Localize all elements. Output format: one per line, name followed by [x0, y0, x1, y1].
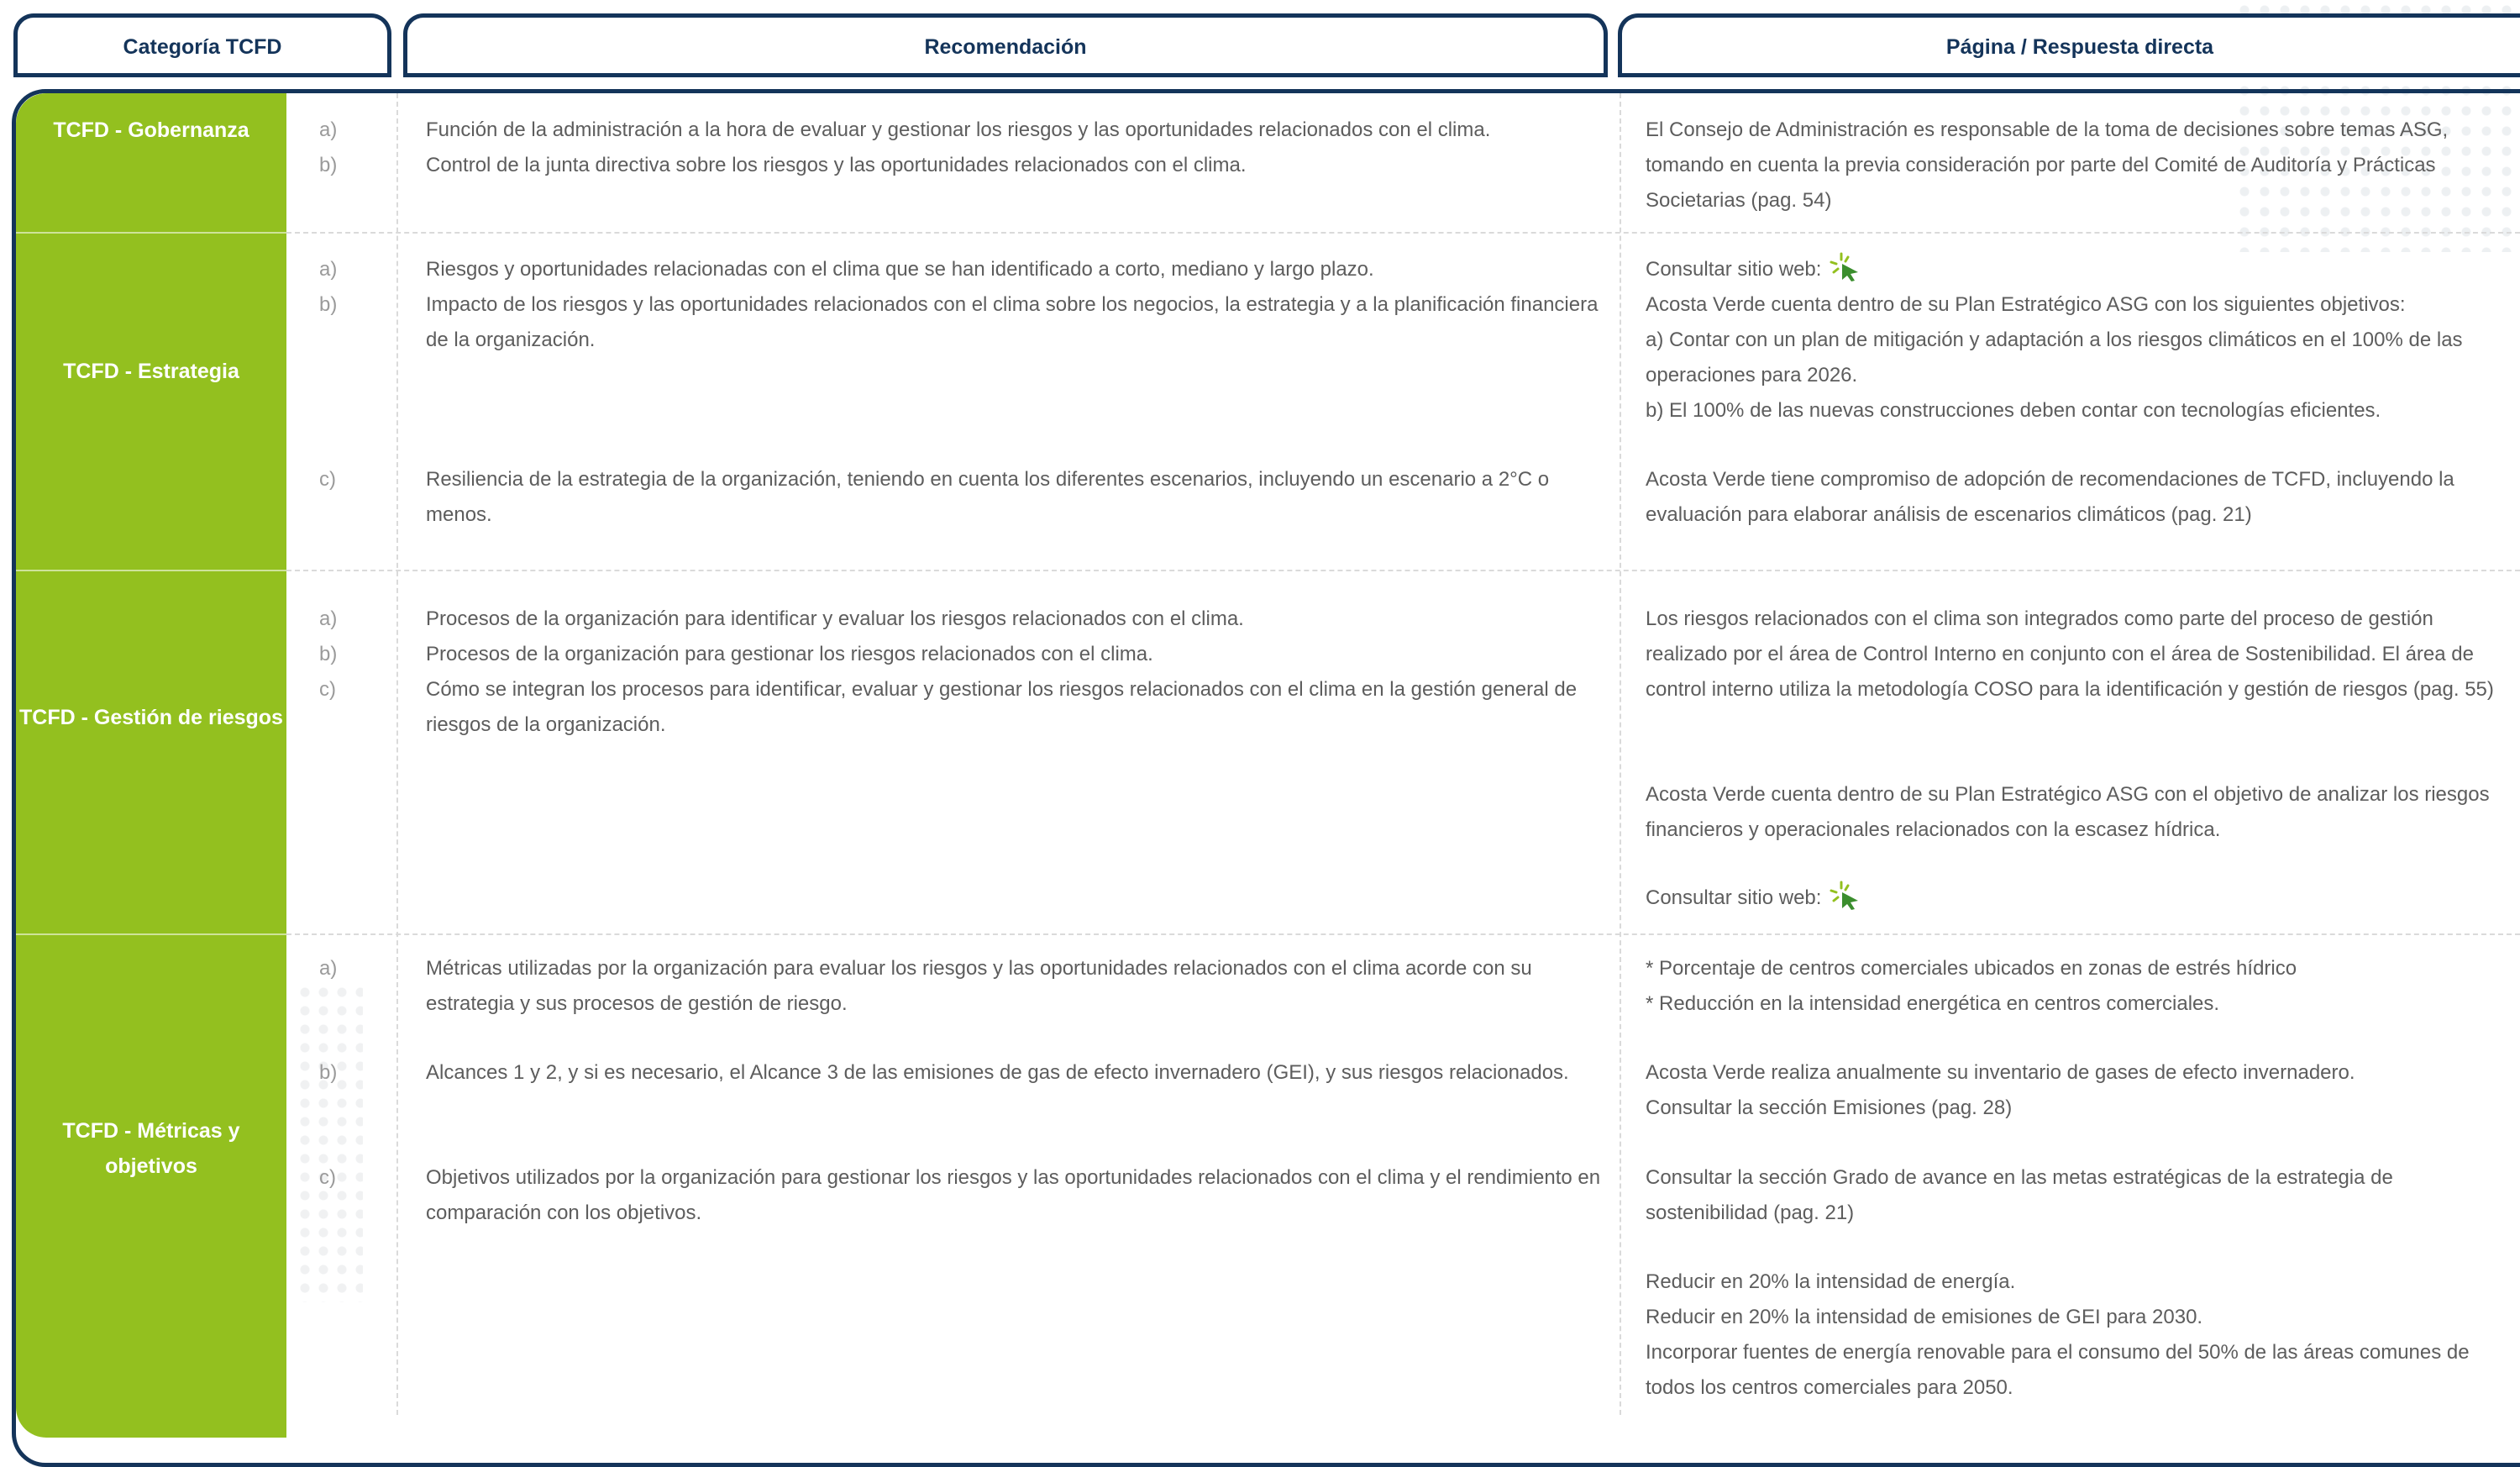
response-text: Acosta Verde tiene compromiso de adopció… [1646, 468, 2454, 526]
response-text: Acosta Verde cuenta dentro de su Plan Es… [1646, 293, 2406, 316]
item-letter: a) [319, 607, 338, 630]
item-letter: a) [319, 258, 338, 281]
header-category: Categoría TCFD [13, 13, 391, 77]
item-letter: c) [319, 1166, 336, 1189]
recommendation-text: Riesgos y oportunidades relacionadas con… [426, 258, 1374, 281]
category-metricas-objetivos: TCFD - Métricas y objetivos [62, 1119, 240, 1178]
response-text: Incorporar fuentes de energía renovable … [1646, 1341, 2470, 1399]
column-divider [1620, 93, 1621, 1415]
response-text: Los riesgos relacionados con el clima so… [1646, 607, 2494, 701]
response-text: a) Contar con un plan de mitigación y ad… [1646, 329, 2463, 386]
row-divider [286, 570, 2520, 571]
response-block: Consultar sitio web: Acosta Verde cuenta… [1646, 252, 2511, 429]
item-letter: b) [319, 154, 338, 176]
item-letter: b) [319, 1061, 338, 1084]
row-divider [286, 933, 2520, 935]
category-gestion-riesgos: TCFD - Gestión de riesgos [19, 706, 283, 729]
category-column [16, 93, 286, 1438]
website-link-label[interactable]: Consultar sitio web: [1646, 258, 1821, 281]
website-link-row[interactable]: Consultar sitio web: [1646, 252, 2511, 287]
recommendation-text: Resiliencia de la estrategia de la organ… [426, 468, 1550, 526]
header-recommendation-label: Recomendación [924, 35, 1087, 59]
response-text: Reducir en 20% la intensidad de emisione… [1646, 1306, 2203, 1328]
response-block: Reducir en 20% la intensidad de energía.… [1646, 1265, 2511, 1406]
recommendation-text: Impacto de los riesgos y las oportunidad… [426, 293, 1599, 351]
cursor-click-icon[interactable] [1828, 252, 1863, 282]
header-response: Página / Respuesta directa [1618, 13, 2520, 77]
website-link-row[interactable]: Consultar sitio web: [1646, 881, 2511, 916]
response-text: * Porcentaje de centros comerciales ubic… [1646, 957, 2297, 980]
category-divider [16, 933, 286, 935]
response-text: El Consejo de Administración es responsa… [1646, 118, 2449, 212]
recommendation-text: Métricas utilizadas por la organización … [426, 957, 1532, 1015]
response-text: * Reducción en la intensidad energética … [1646, 992, 2220, 1015]
item-letter: a) [319, 957, 338, 980]
recommendation-text: Objetivos utilizados por la organización… [426, 1166, 1601, 1224]
decorative-dots-left [296, 983, 363, 1302]
recommendation-text: Control de la junta directiva sobre los … [426, 154, 1247, 176]
column-divider [396, 93, 398, 1415]
response-block: * Porcentaje de centros comerciales ubic… [1646, 951, 2511, 1022]
response-text: Consultar la sección Emisiones (pag. 28) [1646, 1096, 2013, 1119]
response-text: Acosta Verde realiza anualmente su inven… [1646, 1061, 2355, 1084]
item-letter: b) [319, 643, 338, 665]
recommendation-text: Procesos de la organización para gestion… [426, 643, 1153, 665]
response-block: Acosta Verde realiza anualmente su inven… [1646, 1055, 2511, 1126]
header-recommendation: Recomendación [403, 13, 1608, 77]
category-estrategia: TCFD - Estrategia [63, 360, 239, 383]
response-text: b) El 100% de las nuevas construcciones … [1646, 399, 2381, 422]
header-category-label: Categoría TCFD [123, 35, 282, 59]
response-text: Consultar la sección Grado de avance en … [1646, 1166, 2393, 1224]
recommendation-text: Cómo se integran los procesos para ident… [426, 678, 1578, 736]
category-divider [16, 232, 286, 234]
item-letter: c) [319, 678, 336, 701]
response-text: Reducir en 20% la intensidad de energía. [1646, 1270, 2016, 1293]
recommendation-text: Función de la administración a la hora d… [426, 118, 1491, 141]
category-divider [16, 570, 286, 571]
item-letter: b) [319, 293, 338, 316]
item-letter: c) [319, 468, 336, 491]
category-gobernanza: TCFD - Gobernanza [53, 118, 249, 142]
recommendation-text: Procesos de la organización para identif… [426, 607, 1244, 630]
response-text: Acosta Verde cuenta dentro de su Plan Es… [1646, 783, 2490, 841]
row-divider [286, 232, 2520, 234]
item-letter: a) [319, 118, 338, 141]
website-link-label[interactable]: Consultar sitio web: [1646, 886, 1821, 909]
header-response-label: Página / Respuesta directa [1945, 35, 2214, 59]
recommendation-text: Alcances 1 y 2, y si es necesario, el Al… [426, 1061, 1569, 1084]
cursor-click-icon[interactable] [1828, 881, 1863, 911]
